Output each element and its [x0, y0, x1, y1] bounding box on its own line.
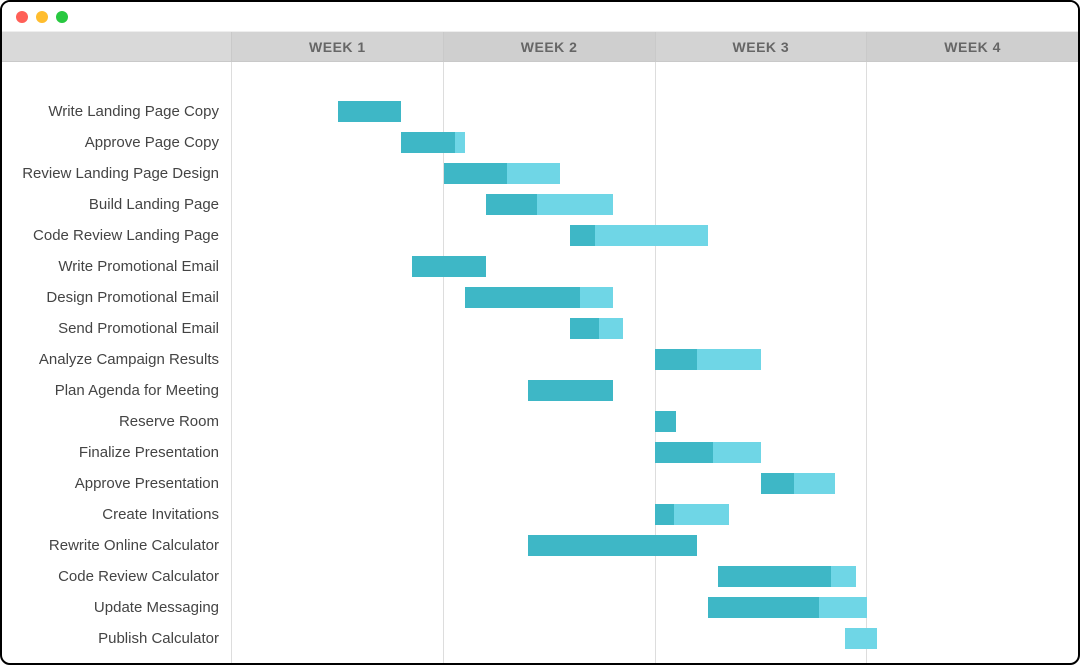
gantt-bar[interactable]	[708, 597, 867, 618]
task-row	[232, 282, 1078, 313]
gantt-bar[interactable]	[655, 349, 761, 370]
gantt-bar-progress	[708, 597, 819, 618]
gantt-bar-progress	[570, 225, 595, 246]
week-header-cells: WEEK 1 WEEK 2 WEEK 3 WEEK 4	[232, 32, 1078, 61]
gantt-bar[interactable]	[401, 132, 464, 153]
task-label: Code Review Calculator	[2, 561, 231, 592]
gantt-bar-progress	[528, 380, 613, 401]
window-titlebar	[2, 2, 1078, 32]
task-label: Rewrite Online Calculator	[2, 530, 231, 561]
task-row	[232, 96, 1078, 127]
task-label: Analyze Campaign Results	[2, 344, 231, 375]
gantt-bar[interactable]	[655, 504, 729, 525]
gantt-bar-progress	[528, 535, 697, 556]
task-label: Build Landing Page	[2, 189, 231, 220]
gantt-bar[interactable]	[845, 628, 877, 649]
task-label: Design Promotional Email	[2, 282, 231, 313]
gantt-bars	[232, 96, 1078, 654]
task-row	[232, 468, 1078, 499]
gantt-bar[interactable]	[570, 225, 707, 246]
gantt-bar-progress	[761, 473, 794, 494]
header-spacer	[2, 32, 232, 61]
task-label: Plan Agenda for Meeting	[2, 375, 231, 406]
gantt-bar[interactable]	[528, 535, 697, 556]
task-row	[232, 127, 1078, 158]
task-label: Review Landing Page Design	[2, 158, 231, 189]
gantt-body: Write Landing Page CopyApprove Page Copy…	[2, 62, 1078, 663]
task-label: Code Review Landing Page	[2, 220, 231, 251]
gantt-bar[interactable]	[655, 411, 676, 432]
task-row	[232, 344, 1078, 375]
week-header: WEEK 2	[444, 32, 656, 61]
window-minimize-button[interactable]	[36, 11, 48, 23]
app-window: WEEK 1 WEEK 2 WEEK 3 WEEK 4 Write Landin…	[0, 0, 1080, 665]
week-header-row: WEEK 1 WEEK 2 WEEK 3 WEEK 4	[2, 32, 1078, 62]
task-row	[232, 437, 1078, 468]
task-row	[232, 406, 1078, 437]
task-label: Approve Page Copy	[2, 127, 231, 158]
task-row	[232, 499, 1078, 530]
gantt-bar-progress	[338, 101, 401, 122]
task-row	[232, 189, 1078, 220]
gantt-bar[interactable]	[655, 442, 761, 463]
week-header: WEEK 4	[867, 32, 1078, 61]
task-row	[232, 592, 1078, 623]
window-close-button[interactable]	[16, 11, 28, 23]
task-labels-column: Write Landing Page CopyApprove Page Copy…	[2, 62, 232, 663]
gantt-bar-progress	[718, 566, 831, 587]
gantt-bar-progress	[465, 287, 580, 308]
task-row	[232, 375, 1078, 406]
task-label: Publish Calculator	[2, 623, 231, 654]
task-label: Finalize Presentation	[2, 437, 231, 468]
gantt-bar[interactable]	[465, 287, 613, 308]
gantt-bar[interactable]	[486, 194, 613, 215]
task-label: Write Landing Page Copy	[2, 96, 231, 127]
task-label: Write Promotional Email	[2, 251, 231, 282]
task-row	[232, 530, 1078, 561]
gantt-bar[interactable]	[338, 101, 401, 122]
gantt-bar[interactable]	[570, 318, 623, 339]
task-row	[232, 158, 1078, 189]
week-header: WEEK 1	[232, 32, 444, 61]
gantt-bar[interactable]	[528, 380, 613, 401]
week-header: WEEK 3	[656, 32, 868, 61]
task-label: Reserve Room	[2, 406, 231, 437]
gantt-bar-progress	[570, 318, 599, 339]
task-label: Approve Presentation	[2, 468, 231, 499]
gantt-bar-progress	[655, 504, 674, 525]
task-label: Create Invitations	[2, 499, 231, 530]
gantt-bar[interactable]	[412, 256, 486, 277]
gantt-bar-progress	[444, 163, 508, 184]
gantt-bar-progress	[486, 194, 537, 215]
task-row	[232, 251, 1078, 282]
task-label: Update Messaging	[2, 592, 231, 623]
gantt-bar-progress	[401, 132, 455, 153]
window-zoom-button[interactable]	[56, 11, 68, 23]
gantt-bar-progress	[655, 411, 676, 432]
task-row	[232, 623, 1078, 654]
task-row	[232, 220, 1078, 251]
gantt-bar-progress	[655, 349, 697, 370]
gantt-chart-area	[232, 62, 1078, 663]
task-label: Send Promotional Email	[2, 313, 231, 344]
gantt-bar-progress	[412, 256, 486, 277]
gantt-bar[interactable]	[444, 163, 560, 184]
gantt-bar-progress	[655, 442, 713, 463]
gantt-bar[interactable]	[761, 473, 835, 494]
gantt-bar[interactable]	[718, 566, 855, 587]
task-row	[232, 313, 1078, 344]
task-row	[232, 561, 1078, 592]
